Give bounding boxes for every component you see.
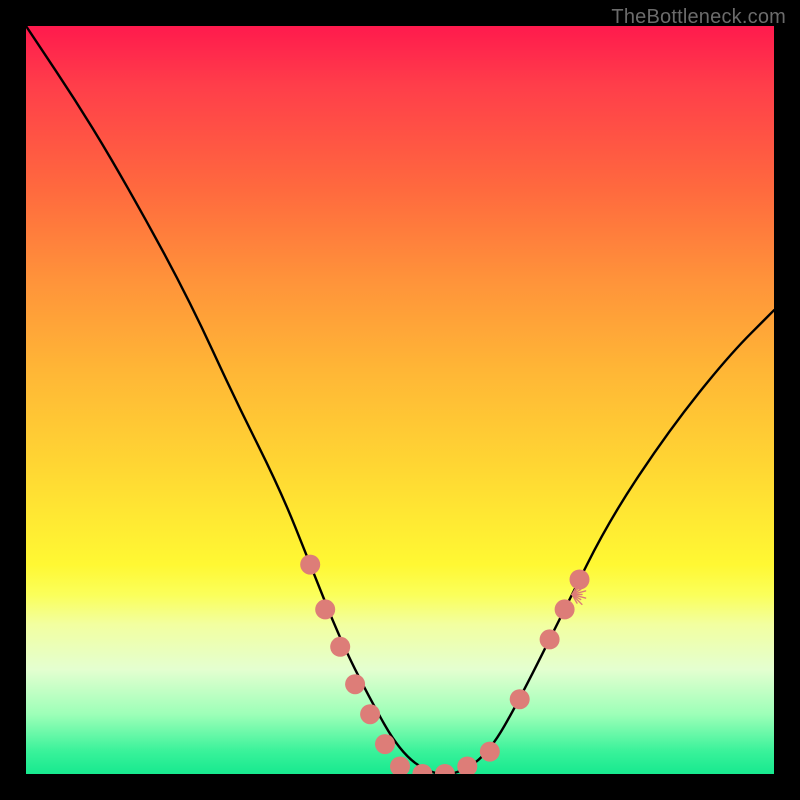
curve-marker (390, 757, 410, 775)
curve-marker (375, 734, 395, 754)
plot-area (26, 26, 774, 774)
bottleneck-curve (26, 26, 774, 774)
curve-marker (300, 555, 320, 575)
curve-marker (480, 742, 500, 762)
curve-marker (457, 757, 477, 775)
curve-marker (412, 764, 432, 774)
curve-marker (330, 637, 350, 657)
curve-marker (315, 599, 335, 619)
curve-layer (26, 26, 774, 774)
curve-marker (360, 704, 380, 724)
curve-svg (26, 26, 774, 774)
curve-marker (345, 674, 365, 694)
curve-marker (540, 629, 560, 649)
marker-layer (300, 555, 589, 774)
curve-marker (555, 599, 575, 619)
chart-stage: TheBottleneck.com (0, 0, 800, 800)
watermark-text: TheBottleneck.com (611, 6, 786, 29)
curve-marker (435, 764, 455, 774)
curve-marker (510, 689, 530, 709)
